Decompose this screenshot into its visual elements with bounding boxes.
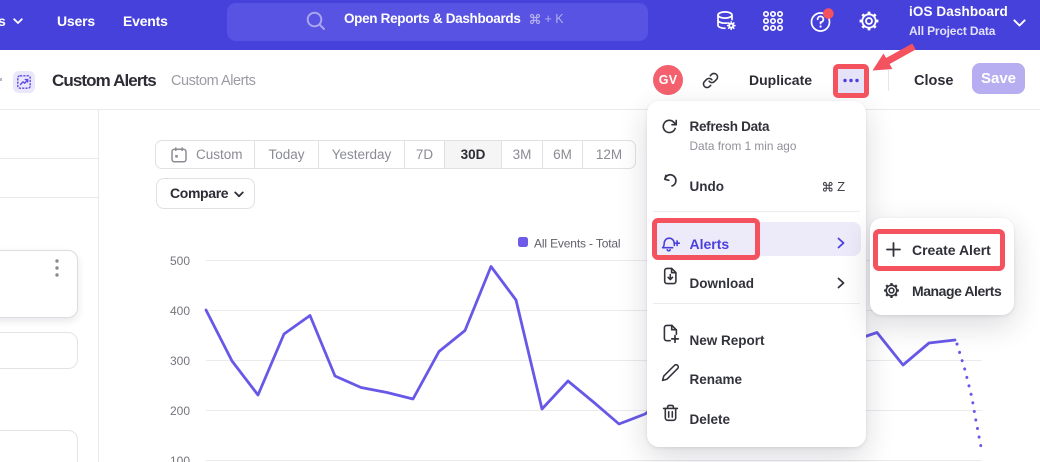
svg-text:500: 500 [170,254,190,268]
svg-text:400: 400 [170,304,190,318]
svg-text:200: 200 [170,404,190,418]
svg-text:100: 100 [170,454,190,462]
svg-text:All Events - Total: All Events - Total [534,237,620,251]
svg-text:300: 300 [170,354,190,368]
